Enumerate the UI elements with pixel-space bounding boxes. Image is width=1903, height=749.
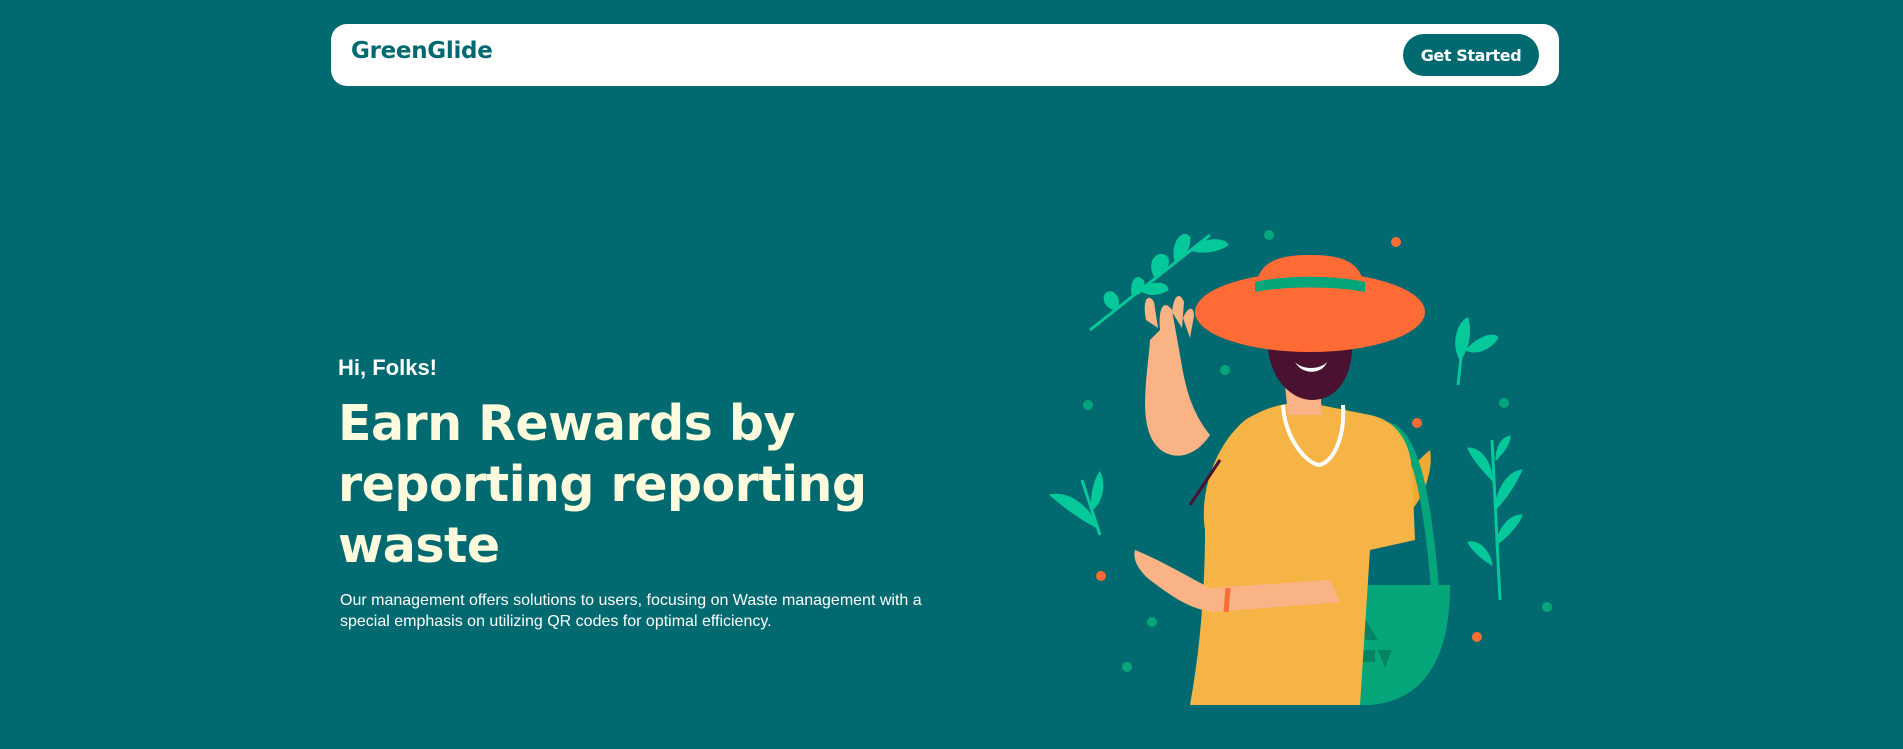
leaf-icon [1048,471,1104,536]
brand-logo[interactable]: GreenGlide [351,38,493,64]
get-started-button[interactable]: Get Started [1403,34,1539,76]
leaf-icon [1467,435,1523,601]
hero-description: Our management offers solutions to users… [340,592,922,630]
hero-illustration [1040,210,1570,710]
leaf-icon [1455,317,1499,386]
navbar: GreenGlide Get Started [331,24,1559,86]
hero-headline: Earn Rewards by reporting reporting wast… [338,395,867,574]
hero-greeting: Hi, Folks! [338,355,438,380]
hero-section: Hi, Folks! Earn Rewards by reporting rep… [338,355,1038,632]
